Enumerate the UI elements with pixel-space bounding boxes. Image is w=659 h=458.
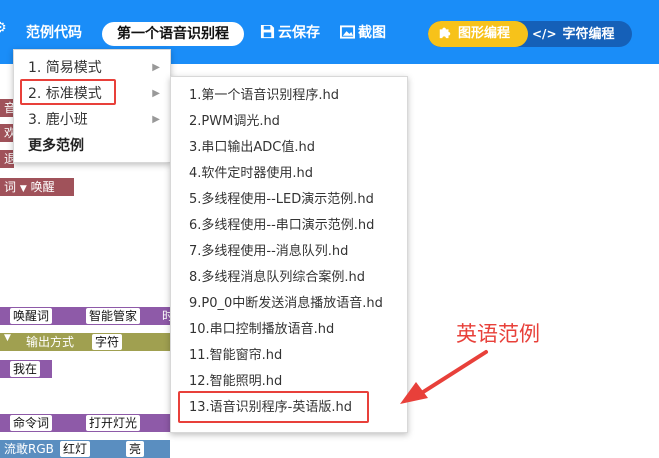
puzzle-icon xyxy=(439,27,451,39)
cloud-save-button[interactable]: 云保存 xyxy=(260,22,320,42)
workspace-block[interactable]: 音 xyxy=(0,99,16,117)
examples-dropdown: 1. 简易模式 ▶ 2. 标准模式 ▶ 3. 鹿小班 ▶ 更多范例 xyxy=(13,49,171,163)
block-label: 流敢RGB xyxy=(4,442,54,456)
workspace-block[interactable]: 词 ▼ 唤醒 xyxy=(0,178,74,196)
example-file-item[interactable]: 8.多线程消息队列综合案例.hd xyxy=(171,265,407,291)
example-file-item[interactable]: 7.多线程使用--消息队列.hd xyxy=(171,239,407,265)
block-label: 唤醒 xyxy=(30,180,55,194)
annotation-arrow-icon xyxy=(400,350,488,404)
menu-item-simple-mode[interactable]: 1. 简易模式 ▶ xyxy=(14,56,170,80)
examples-menu-button[interactable]: 范例代码 xyxy=(26,22,82,42)
block-label: 词 xyxy=(4,180,17,194)
command-word-chip: 命令词 xyxy=(10,415,53,431)
example-file-item[interactable]: 6.多线程使用--串口演示范例.hd xyxy=(171,213,407,239)
example-file-item[interactable]: 10.串口控制播放语音.hd xyxy=(171,317,407,343)
chevron-down-icon: ▼ xyxy=(4,333,11,343)
image-icon xyxy=(340,25,355,39)
turn-on-light-chip: 打开灯光 xyxy=(86,415,141,431)
text-mode-label: 字符编程 xyxy=(562,27,615,42)
bright-chip: 亮 xyxy=(126,441,145,457)
example-file-item[interactable]: 9.P0_0中断发送消息播放语音.hd xyxy=(171,291,407,317)
mode-toggle: 图形编程 </> 字符编程 xyxy=(428,21,632,47)
menu-item-label: 3. 鹿小班 xyxy=(28,112,88,128)
chevron-right-icon: ▶ xyxy=(152,62,160,73)
gear-icon[interactable]: ⚙ xyxy=(0,20,7,36)
code-icon: </> xyxy=(532,27,557,41)
example-file-item[interactable]: 1.第一个语音识别程序.hd xyxy=(171,83,407,109)
standard-mode-submenu: 1.第一个语音识别程序.hd 2.PWM调光.hd 3.串口输出ADC值.hd … xyxy=(170,76,408,433)
workspace-block[interactable]: 退 xyxy=(0,150,16,168)
graphic-mode-button[interactable]: 图形编程 xyxy=(428,21,528,47)
cloud-save-label: 云保存 xyxy=(278,25,320,41)
project-title-input[interactable]: 第一个语音识别程 xyxy=(102,22,244,46)
wake-word-chip: 唤醒词 xyxy=(10,308,53,324)
menu-item-more-examples[interactable]: 更多范例 xyxy=(14,134,170,158)
save-icon xyxy=(260,24,275,39)
menu-item-label: 1. 简易模式 xyxy=(28,60,102,76)
highlight-box-standard-mode xyxy=(20,79,116,105)
example-file-item[interactable]: 5.多线程使用--LED演示范例.hd xyxy=(171,187,407,213)
workspace-block[interactable]: 欢 xyxy=(0,124,16,142)
block-label: 输出方式 xyxy=(26,335,75,349)
char-chip: 字符 xyxy=(92,334,123,350)
menu-item-luxiaoban[interactable]: 3. 鹿小班 ▶ xyxy=(14,108,170,132)
here-chip: 我在 xyxy=(10,361,41,377)
annotation-label: 英语范例 xyxy=(456,322,540,346)
example-file-item[interactable]: 4.软件定时器使用.hd xyxy=(171,161,407,187)
highlight-box-english-example xyxy=(178,391,369,423)
screenshot-button[interactable]: 截图 xyxy=(340,22,386,42)
graphic-mode-label: 图形编程 xyxy=(458,26,511,41)
example-file-item[interactable]: 11.智能窗帘.hd xyxy=(171,343,407,369)
red-light-chip: 红灯 xyxy=(60,441,91,457)
example-file-item[interactable]: 3.串口输出ADC值.hd xyxy=(171,135,407,161)
text-mode-button[interactable]: </> 字符编程 xyxy=(532,21,632,47)
example-file-item[interactable]: 2.PWM调光.hd xyxy=(171,109,407,135)
chevron-right-icon: ▶ xyxy=(152,88,160,99)
chevron-right-icon: ▶ xyxy=(152,114,160,125)
screenshot-label: 截图 xyxy=(358,25,386,41)
chevron-down-icon: ▼ xyxy=(19,184,27,194)
smart-butler-chip: 智能管家 xyxy=(86,308,141,324)
